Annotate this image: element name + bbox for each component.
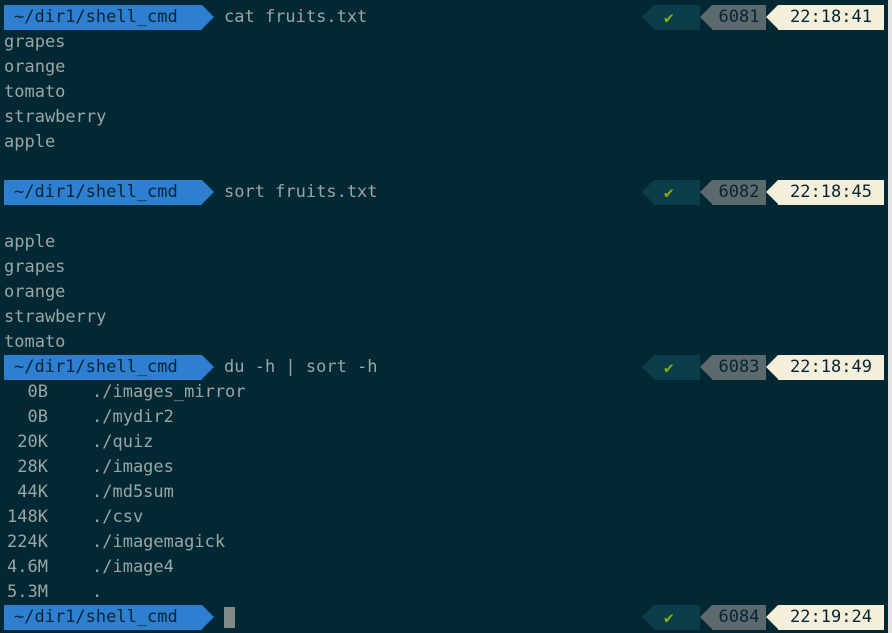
history-number: 6083: [712, 355, 766, 380]
history-number: 6084: [712, 605, 766, 630]
prompt-path-arrow: [202, 355, 214, 379]
du-path: ./images_mirror: [92, 382, 246, 402]
du-size: 28K: [17, 457, 48, 477]
du-size: 20K: [17, 432, 48, 452]
du-size: 0B: [27, 382, 48, 402]
time-arrow: [766, 180, 778, 204]
command-text: du -h | sort -h: [224, 357, 378, 377]
prompt-path-arrow: [202, 605, 214, 629]
du-size: 148K: [7, 507, 48, 527]
check-icon: ✔: [664, 8, 674, 27]
prompt-path-segment: ~/dir1/shell_cmd: [4, 605, 202, 630]
history-arrow: [700, 605, 712, 629]
prompt-path-segment: ~/dir1/shell_cmd: [4, 180, 202, 205]
time-arrow: [766, 605, 778, 629]
output-line: strawberry: [4, 307, 107, 327]
output-line: orange: [4, 57, 66, 77]
du-size: 224K: [7, 532, 48, 552]
time-arrow: [766, 355, 778, 379]
du-path: .: [92, 582, 103, 602]
prompt-time: 22:18:45: [778, 180, 884, 205]
du-path: ./csv: [92, 507, 144, 527]
right-status: ✔ 6081 22:18:41: [642, 5, 884, 30]
history-arrow: [700, 5, 712, 29]
right-status: ✔ 6082 22:18:45: [642, 180, 884, 205]
history-arrow: [700, 180, 712, 204]
status-arrow: [642, 605, 654, 629]
output-line: grapes: [4, 257, 66, 277]
time-arrow: [766, 5, 778, 29]
output-line: orange: [4, 282, 66, 302]
output-line: grapes: [4, 32, 66, 52]
prompt-time: 22:19:24: [778, 605, 884, 630]
output-line: tomato: [4, 332, 66, 352]
output-line: apple: [4, 232, 56, 252]
terminal-window[interactable]: ~/dir1/shell_cmd cat fruits.txt ✔ 6081 2…: [0, 0, 892, 633]
right-status: ✔ 6084 22:19:24: [642, 605, 884, 630]
active-prompt-line[interactable]: ~/dir1/shell_cmd ✔ 6084 22:19:24: [0, 605, 888, 630]
command-text: cat fruits.txt: [224, 7, 368, 27]
output-line: apple: [4, 132, 56, 152]
prompt-line: ~/dir1/shell_cmd sort fruits.txt ✔ 6082 …: [0, 180, 888, 205]
du-path: ./quiz: [92, 432, 154, 452]
prompt-path-arrow: [202, 180, 214, 204]
du-path: ./imagemagick: [92, 532, 226, 552]
prompt-time: 22:18:41: [778, 5, 884, 30]
check-icon: ✔: [664, 358, 674, 377]
du-size: 44K: [17, 482, 48, 502]
du-path: ./image4: [92, 557, 174, 577]
text-cursor[interactable]: [224, 607, 235, 628]
du-size: 5.3M: [7, 582, 48, 602]
check-icon: ✔: [664, 183, 674, 202]
du-path: ./images: [92, 457, 174, 477]
du-size: 4.6M: [7, 557, 48, 577]
status-arrow: [642, 180, 654, 204]
history-number: 6081: [712, 5, 766, 30]
status-segment: [654, 5, 700, 30]
prompt-line: ~/dir1/shell_cmd cat fruits.txt ✔ 6081 2…: [0, 5, 888, 30]
output-line: tomato: [4, 82, 66, 102]
du-path: ./mydir2: [92, 407, 174, 427]
prompt-path-segment: ~/dir1/shell_cmd: [4, 355, 202, 380]
prompt-line: ~/dir1/shell_cmd du -h | sort -h ✔ 6083 …: [0, 355, 888, 380]
du-path: ./md5sum: [92, 482, 174, 502]
status-arrow: [642, 5, 654, 29]
history-arrow: [700, 355, 712, 379]
status-segment: [654, 355, 700, 380]
history-number: 6082: [712, 180, 766, 205]
check-icon: ✔: [664, 608, 674, 627]
right-status: ✔ 6083 22:18:49: [642, 355, 884, 380]
prompt-time: 22:18:49: [778, 355, 884, 380]
output-line: strawberry: [4, 107, 107, 127]
status-arrow: [642, 355, 654, 379]
du-size: 0B: [27, 407, 48, 427]
command-text: sort fruits.txt: [224, 182, 378, 202]
status-segment: [654, 605, 700, 630]
status-segment: [654, 180, 700, 205]
prompt-path-segment: ~/dir1/shell_cmd: [4, 5, 202, 30]
prompt-path-arrow: [202, 5, 214, 29]
